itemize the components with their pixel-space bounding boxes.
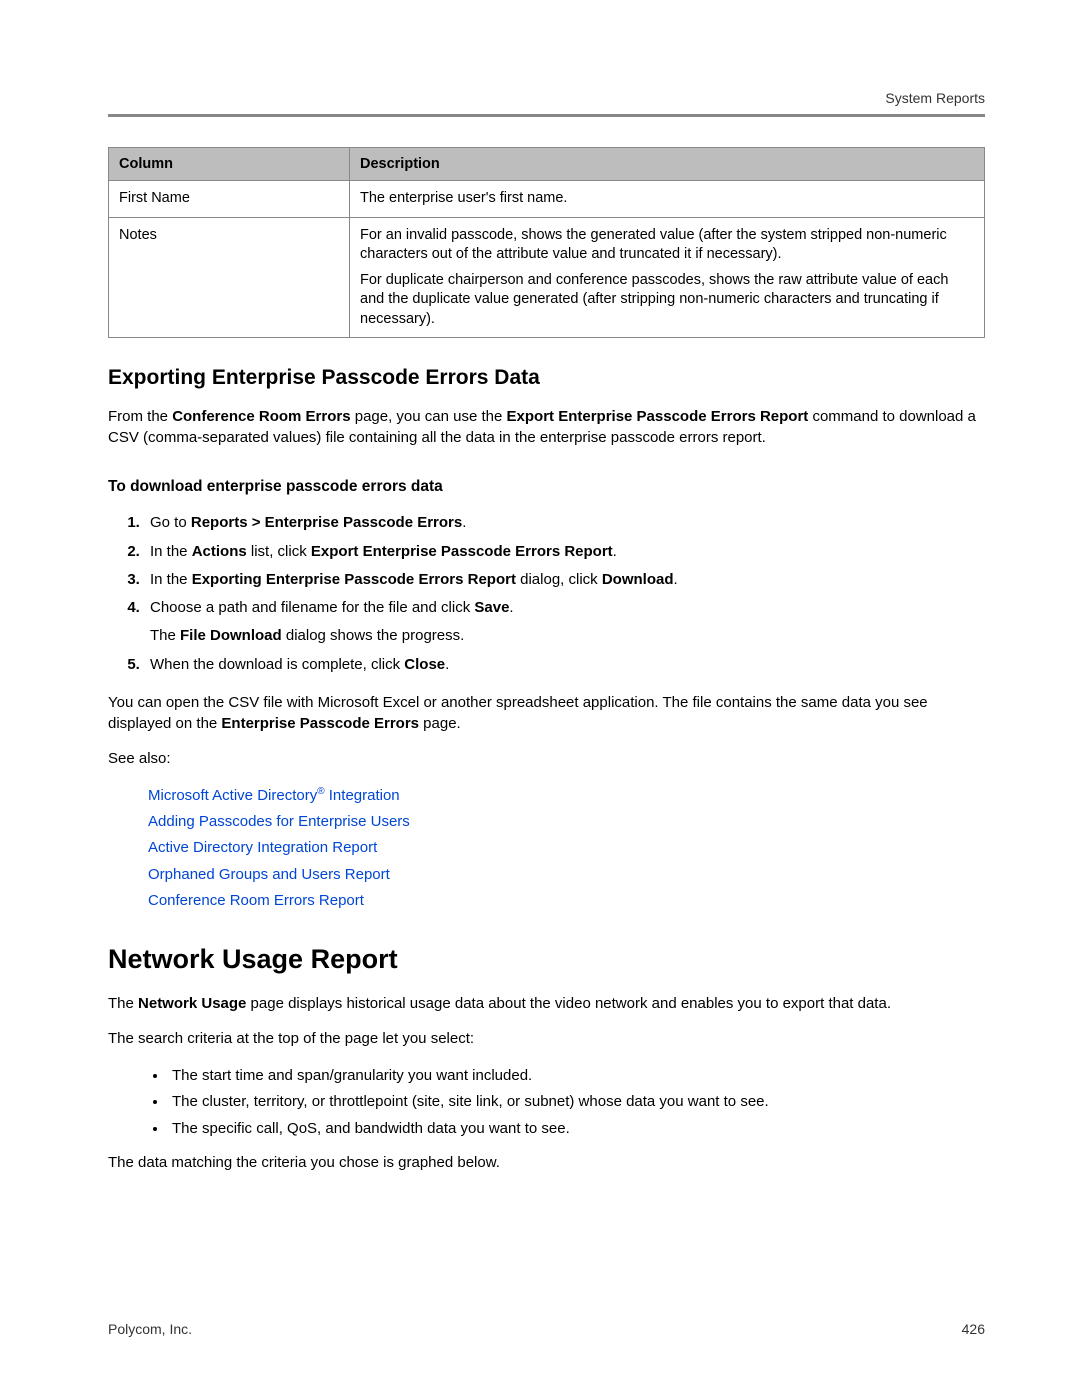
network-usage-intro: The Network Usage page displays historic… [108, 993, 985, 1014]
table-row: First Name The enterprise user's first n… [109, 181, 985, 218]
steps-list: Go to Reports > Enterprise Passcode Erro… [108, 510, 985, 678]
step-5: When the download is complete, click Clo… [144, 652, 985, 678]
see-also-links: Microsoft Active Directory® Integration … [108, 783, 985, 914]
list-item: Active Directory Integration Report [148, 835, 985, 861]
page-footer: Polycom, Inc. 426 [108, 1321, 985, 1337]
step-1: Go to Reports > Enterprise Passcode Erro… [144, 510, 985, 536]
criteria-bullets: The start time and span/granularity you … [108, 1063, 985, 1142]
page-container: System Reports Column Description First … [0, 0, 1080, 1397]
see-also-label: See also: [108, 748, 985, 769]
header-label: System Reports [108, 90, 985, 106]
link-orphaned-report[interactable]: Orphaned Groups and Users Report [148, 866, 390, 883]
bullet-item: The cluster, territory, or throttlepoint… [168, 1089, 985, 1115]
bullet-item: The specific call, QoS, and bandwidth da… [168, 1116, 985, 1142]
after-steps-paragraph: You can open the CSV file with Microsoft… [108, 692, 985, 734]
link-ad-report[interactable]: Active Directory Integration Report [148, 839, 377, 856]
step-2: In the Actions list, click Export Enterp… [144, 539, 985, 565]
link-ad-integration[interactable]: Microsoft Active Directory® Integration [148, 787, 400, 804]
step-4: Choose a path and filename for the file … [144, 595, 985, 650]
section-title-network-usage: Network Usage Report [108, 944, 985, 975]
table-cell-description: The enterprise user's first name. [350, 181, 985, 218]
table-cell-column: Notes [109, 217, 350, 338]
list-item: Orphaned Groups and Users Report [148, 862, 985, 888]
list-item: Microsoft Active Directory® Integration [148, 783, 985, 809]
table-row: Notes For an invalid passcode, shows the… [109, 217, 985, 338]
table-header-description: Description [350, 148, 985, 181]
footer-page-number: 426 [962, 1321, 985, 1337]
link-adding-passcodes[interactable]: Adding Passcodes for Enterprise Users [148, 813, 410, 830]
notes-paragraph-2: For duplicate chairperson and conference… [360, 271, 974, 330]
notes-paragraph-1: For an invalid passcode, shows the gener… [360, 226, 974, 265]
intro-paragraph: From the Conference Room Errors page, yo… [108, 406, 985, 448]
graphed-below-paragraph: The data matching the criteria you chose… [108, 1152, 985, 1173]
table-cell-column: First Name [109, 181, 350, 218]
list-item: Adding Passcodes for Enterprise Users [148, 809, 985, 835]
step-4-extra: The File Download dialog shows the progr… [150, 623, 985, 649]
column-description-table: Column Description First Name The enterp… [108, 147, 985, 338]
table-header-row: Column Description [109, 148, 985, 181]
search-criteria-intro: The search criteria at the top of the pa… [108, 1028, 985, 1049]
footer-company: Polycom, Inc. [108, 1321, 192, 1337]
subheading-download: To download enterprise passcode errors d… [108, 478, 985, 496]
table-cell-description: For an invalid passcode, shows the gener… [350, 217, 985, 338]
table-header-column: Column [109, 148, 350, 181]
link-conf-room-report[interactable]: Conference Room Errors Report [148, 892, 364, 909]
step-3: In the Exporting Enterprise Passcode Err… [144, 567, 985, 593]
bullet-item: The start time and span/granularity you … [168, 1063, 985, 1089]
header-rule [108, 114, 985, 117]
list-item: Conference Room Errors Report [148, 888, 985, 914]
section-title-exporting: Exporting Enterprise Passcode Errors Dat… [108, 366, 985, 390]
